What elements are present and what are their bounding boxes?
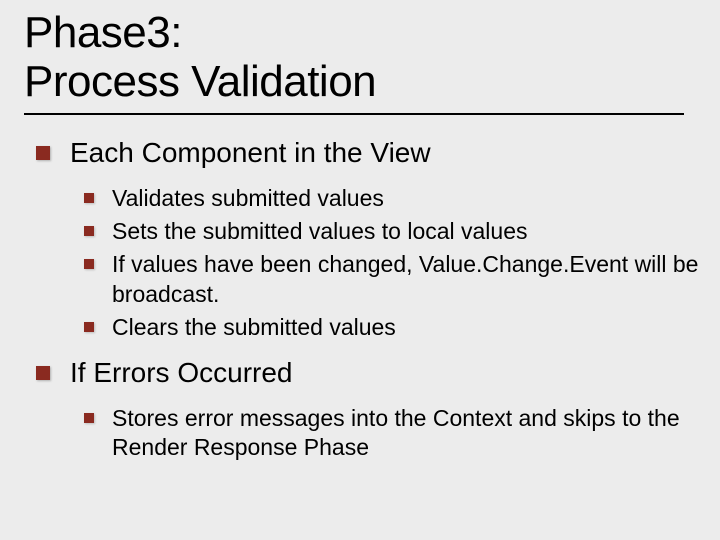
list-item: Stores error messages into the Context a… — [84, 404, 700, 463]
list-item: If Errors Occurred Stores error messages… — [36, 355, 700, 463]
slide: Phase3: Process Validation Each Componen… — [0, 0, 720, 540]
section-label: If Errors Occurred — [70, 357, 292, 388]
square-bullet-icon — [84, 322, 94, 332]
sub-item-text: Sets the submitted values to local value… — [112, 218, 528, 244]
square-bullet-icon — [36, 366, 50, 380]
square-bullet-icon — [84, 193, 94, 203]
sub-item-text: Clears the submitted values — [112, 314, 396, 340]
sub-item-text: Validates submitted values — [112, 185, 384, 211]
bullet-list: Each Component in the View Validates sub… — [36, 135, 700, 463]
sub-list: Stores error messages into the Context a… — [84, 404, 700, 463]
title-underline — [24, 113, 684, 115]
sub-item-text: If values have been changed, Value.Chang… — [112, 251, 698, 306]
slide-title: Phase3: Process Validation — [24, 8, 700, 107]
title-line-2: Process Validation — [24, 57, 376, 106]
square-bullet-icon — [84, 413, 94, 423]
square-bullet-icon — [84, 259, 94, 269]
sub-item-text: Stores error messages into the Context a… — [112, 405, 680, 460]
list-item: Each Component in the View Validates sub… — [36, 135, 700, 343]
square-bullet-icon — [84, 226, 94, 236]
square-bullet-icon — [36, 146, 50, 160]
list-item: Validates submitted values — [84, 184, 700, 213]
list-item: If values have been changed, Value.Chang… — [84, 250, 700, 309]
list-item: Sets the submitted values to local value… — [84, 217, 700, 246]
section-label: Each Component in the View — [70, 137, 431, 168]
sub-list: Validates submitted values Sets the subm… — [84, 184, 700, 343]
title-line-1: Phase3: — [24, 8, 182, 57]
list-item: Clears the submitted values — [84, 313, 700, 342]
